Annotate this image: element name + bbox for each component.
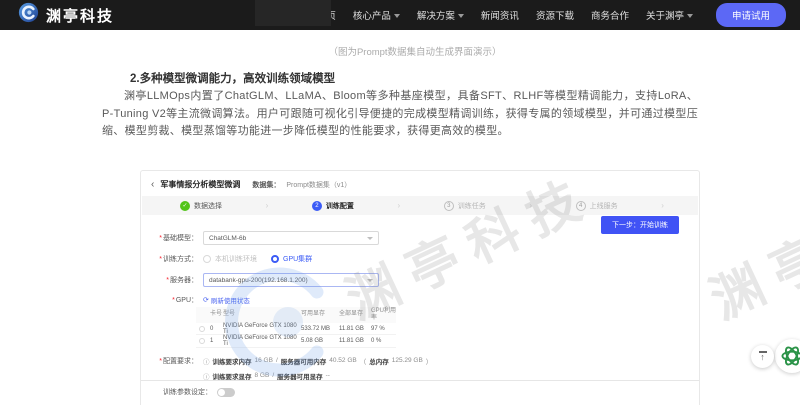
step-number: 4: [576, 201, 586, 211]
brand-name: 渊亭科技: [46, 5, 114, 26]
step-arrow-icon: ›: [266, 201, 269, 210]
gpu-label: GPU：: [176, 297, 198, 304]
refresh-icon: [203, 296, 209, 304]
requirements-label: 配置要求：: [163, 358, 198, 365]
requirement-line-memory: 训练要求内存 16 GB / 服务器可用内存 40.52 GB （ 总内存 12…: [203, 356, 432, 366]
train-mode-label: 训练方式：: [163, 256, 198, 263]
step-deploy-service[interactable]: 4 上线服务: [576, 201, 618, 211]
config-requirements-row: *配置要求： 训练要求内存 16 GB / 服务器可用内存 40.52 GB （…: [141, 356, 699, 386]
step-arrow-icon: ›: [398, 201, 401, 210]
green-knot-icon: [779, 343, 800, 369]
nav-item-downloads[interactable]: 资源下载: [536, 8, 574, 22]
step-arrow-icon: ›: [529, 201, 532, 210]
back-to-top-button[interactable]: ↑: [751, 345, 774, 368]
gpu-row: *GPU： 刷新使用状态: [141, 295, 699, 304]
base-model-row: *基础模型： ChatGLM-6b: [141, 231, 699, 245]
page: 渊亭科技 首页 核心产品 解决方案 新闻资讯 资源下载 商务合作 关于渊亭 申请…: [0, 0, 800, 405]
base-model-label: 基础模型：: [163, 235, 198, 242]
nav-item-solutions[interactable]: 解决方案: [417, 8, 464, 22]
chevron-down-icon: [367, 279, 373, 282]
step-done-check-icon: ✓: [180, 201, 190, 211]
step-train-config[interactable]: 2 训练配置: [312, 201, 354, 211]
green-logo-button[interactable]: [775, 339, 800, 373]
body-paragraph: 渊亭LLMOps内置了ChatGLM、LLaMA、Bloom等多种基座模型，具备…: [102, 88, 698, 141]
step-number: 3: [444, 201, 454, 211]
train-mode-radio-gpu-cluster[interactable]: [271, 255, 279, 263]
demo-card-header: ‹ 军事情报分析模型微调 数据集： Prompt数据集（v1）: [141, 171, 699, 192]
nav-item-products[interactable]: 核心产品: [353, 8, 400, 22]
gpu-table-row[interactable]: 1 NVIDIA GeForce GTX 1080 Ti 5.08 GB 11.…: [196, 335, 396, 348]
gpu-table-row[interactable]: 0 NVIDIA GeForce GTX 1080 Ti 533.72 MB 1…: [196, 323, 396, 336]
dataset-label: 数据集：: [252, 180, 280, 190]
required-marker: *: [159, 358, 162, 365]
arrow-up-icon: ↑: [760, 353, 765, 362]
params-toggle-row: 训练参数设定：: [163, 387, 235, 397]
server-row: *服务器： databank-gpu-200(192.168.1.200): [141, 273, 699, 287]
step-data-select[interactable]: ✓ 数据选择: [180, 201, 222, 211]
step-train-task[interactable]: 3 训练任务: [444, 201, 486, 211]
watermark-text: 渊亭科技: [696, 154, 800, 334]
gpu-table: 卡号 型号 可用显存 全部显存 GPU利用率 0 NVIDIA GeForce …: [196, 307, 396, 348]
train-mode-option-gpu-cluster[interactable]: GPU集群: [283, 254, 312, 264]
required-marker: *: [159, 256, 162, 263]
figure-caption: （图为Prompt数据集自动生成界面演示）: [130, 44, 700, 58]
step-arrow-icon: ›: [661, 201, 664, 210]
server-select[interactable]: databank-gpu-200(192.168.1.200): [203, 273, 379, 287]
steps-bar: ✓ 数据选择 › 2 训练配置 › 3 训练任务 › 4 上线服务 ›: [142, 196, 698, 215]
params-toggle-switch[interactable]: [217, 388, 235, 397]
chevron-down-icon: [394, 14, 400, 18]
gpu-radio[interactable]: [199, 338, 205, 344]
back-icon[interactable]: ‹: [151, 180, 154, 190]
section-heading: 2.多种模型微调能力，高效训练领域模型: [130, 70, 335, 86]
brand[interactable]: 渊亭科技: [18, 2, 114, 28]
info-icon: [203, 356, 210, 366]
base-model-select[interactable]: ChatGLM-6b: [203, 231, 379, 245]
header-dropdown-shadow: [255, 0, 331, 26]
section-divider: [141, 380, 699, 381]
params-toggle-label: 训练参数设定：: [163, 387, 212, 397]
step-number: 2: [312, 201, 322, 211]
nav-item-business[interactable]: 商务合作: [591, 8, 629, 22]
demo-title: 军事情报分析模型微调: [160, 179, 240, 190]
server-label: 服务器：: [170, 277, 198, 284]
chevron-down-icon: [687, 14, 693, 18]
company-logo-icon: [18, 2, 39, 28]
train-mode-radio-local[interactable]: [203, 255, 211, 263]
refresh-status-link[interactable]: 刷新使用状态: [203, 295, 250, 305]
required-marker: *: [172, 297, 175, 304]
nav-item-about[interactable]: 关于渊亭: [646, 8, 693, 22]
dataset-value: Prompt数据集（v1）: [286, 180, 351, 190]
gpu-radio[interactable]: [199, 326, 205, 332]
demo-card: ‹ 军事情报分析模型微调 数据集： Prompt数据集（v1） ✓ 数据选择 ›…: [140, 170, 700, 405]
nav-item-news[interactable]: 新闻资讯: [481, 8, 519, 22]
apply-trial-button[interactable]: 申请试用: [716, 3, 786, 27]
gpu-table-header: 卡号 型号 可用显存 全部显存 GPU利用率: [196, 307, 396, 323]
chevron-down-icon: [458, 14, 464, 18]
training-config-form: *基础模型： ChatGLM-6b *训练方式： 本机训练环境 GPU集群 *服…: [141, 231, 699, 386]
site-header: 渊亭科技 首页 核心产品 解决方案 新闻资讯 资源下载 商务合作 关于渊亭 申请…: [0, 0, 800, 30]
required-marker: *: [166, 277, 169, 284]
train-mode-option-local[interactable]: 本机训练环境: [215, 254, 257, 264]
required-marker: *: [159, 235, 162, 242]
main-nav: 首页 核心产品 解决方案 新闻资讯 资源下载 商务合作 关于渊亭 申请试用: [317, 3, 786, 27]
chevron-down-icon: [367, 237, 373, 240]
train-mode-row: *训练方式： 本机训练环境 GPU集群: [141, 254, 699, 264]
